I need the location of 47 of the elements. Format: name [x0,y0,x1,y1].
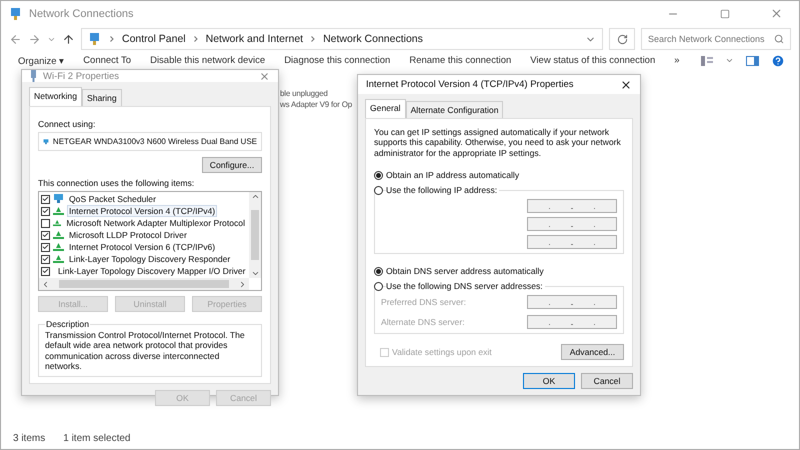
dns-field-label: Alternate DNS server: [381,317,465,327]
dialog-title: Wi-Fi 2 Properties [43,70,120,82]
command-bar-item[interactable]: Rename this connection [409,55,512,66]
command-bar-item[interactable]: Diagnose this connection [284,55,390,66]
radio-label: Use the following IP address: [386,185,500,195]
search-field[interactable]: Search Network Connections [641,28,791,50]
list-item[interactable]: Microsoft LLDP Protocol Driver [67,229,189,241]
command-bar-item[interactable]: View status of this connection [530,55,656,66]
breadcrumb-item[interactable]: Network and Internet [206,33,304,45]
list-item[interactable]: Link-Layer Topology Discovery Responder [67,253,232,265]
tab[interactable]: General [365,99,406,118]
items-label: This connection uses the following items: [38,178,196,188]
breadcrumb-item[interactable]: Control Panel [122,33,186,45]
intro-text: You can get IP settings assigned automatically if your network supports this capability. Otherwise, you need to ask your network administrator for the appropriate IP settings. [374,127,622,158]
radio-label: Obtain an IP address automatically [386,170,522,180]
command-bar-item[interactable]: Connect To [83,55,132,66]
description-text: Transmission Control Protocol/Internet Protocol. The default wide area network protocol that provides communication across diverse interconnected networks. [45,330,246,372]
dns-field-label: Preferred DNS server: [381,297,466,307]
dialog-button[interactable]: Cancel [581,373,633,389]
connection-detail: ws Adapter V9 for Op [280,100,352,109]
radio-label: Use the following DNS server addresses: [386,281,545,291]
window-title: Network Connections [29,8,135,20]
configure-button[interactable]: Configure... [202,157,262,173]
command-bar-item[interactable]: Disable this network device [150,55,266,66]
list-item[interactable]: Internet Protocol Version 4 (TCP/IPv4) [67,205,218,217]
list-item[interactable]: Microsoft Network Adapter Multiplexor Protocol [64,217,247,229]
advanced-button[interactable]: Advanced... [561,344,624,360]
list-item[interactable]: Internet Protocol Version 6 (TCP/IPv6) [67,241,218,253]
connect-using-label: Connect using: [38,119,96,129]
breadcrumb-item[interactable]: Network Connections [323,33,423,45]
list-item[interactable]: Link-Layer Topology Discovery Mapper I/O Driver [56,265,248,277]
radio-label: Obtain DNS server address automatically [386,266,546,276]
item-count: 3 items [13,432,46,444]
dialog-button[interactable]: OK [523,373,575,389]
address-bar[interactable]: Control Panel Network and Internet Network Connections [81,28,603,50]
checkbox-label: Validate settings upon exit [392,347,492,357]
tab[interactable]: Alternate Configuration [406,101,504,118]
description-label: Description [45,319,90,329]
adapter-name: NETGEAR WNDA3100v3 N600 Wireless Dual Band USE [52,137,257,146]
selection-status: 1 item selected [63,432,130,444]
list-item[interactable]: QoS Packet Scheduler [67,193,158,205]
command-bar-item[interactable]: » [674,55,680,66]
dialog-title: Internet Protocol Version 4 (TCP/IPv4) Properties [366,79,575,90]
tab[interactable]: Sharing [82,89,122,106]
tab[interactable]: Networking [29,87,82,106]
connection-detail: ble unplugged [280,89,328,98]
command-bar-item[interactable]: Organize ▾ [18,54,64,66]
